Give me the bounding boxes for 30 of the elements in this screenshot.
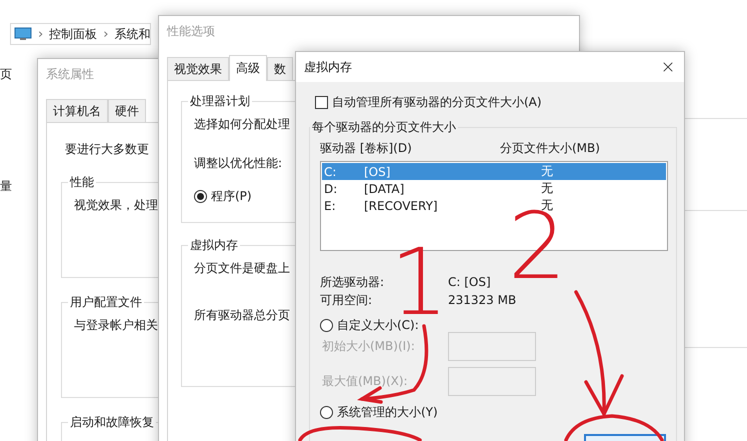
nav-text: 量	[0, 178, 12, 195]
nav-text: 页	[0, 66, 12, 83]
column-header: 分页文件大小(MB)	[500, 140, 601, 157]
info-label: 可用空间:	[320, 292, 374, 308]
annotation-number: 2	[508, 212, 567, 281]
group-title: 用户配置文件	[69, 294, 143, 311]
group-title: 虚拟内存	[189, 237, 239, 254]
field-label: 初始大小(MB)(I):	[321, 338, 415, 355]
chevron-separator: ›	[103, 26, 108, 42]
group-title: 每个驱动器的分页文件大小	[311, 119, 457, 136]
group-text: 视觉效果，处理	[74, 197, 158, 214]
window-title: 虚拟内存	[304, 58, 352, 76]
window-title: 性能选项	[167, 22, 215, 40]
annotation-number: 1	[390, 248, 449, 317]
info-value: C: [OS]	[448, 275, 492, 289]
group-text: 与登录帐户相关	[74, 317, 158, 334]
group-text: 分页文件是硬盘上	[194, 260, 290, 277]
group-text: 所有驱动器总分页	[194, 307, 290, 324]
group-title: 启动和故障恢复	[69, 414, 155, 431]
window-title: 系统属性	[46, 66, 94, 82]
chevron-separator: ›	[38, 26, 44, 42]
prompt-text: 调整以优化性能:	[194, 155, 282, 172]
group-text: 选择如何分配处理	[194, 116, 290, 133]
column-header: 驱动器 [卷标](D)	[320, 140, 413, 157]
info-value: 231323 MB	[448, 293, 518, 307]
field-label: 最大值(MB)(X):	[321, 373, 408, 390]
info-label: 所选驱动器:	[320, 274, 386, 290]
description-text: 要进行大多数更	[64, 141, 149, 158]
group-title: 处理器计划	[189, 93, 251, 110]
group-title: 性能	[68, 174, 95, 191]
